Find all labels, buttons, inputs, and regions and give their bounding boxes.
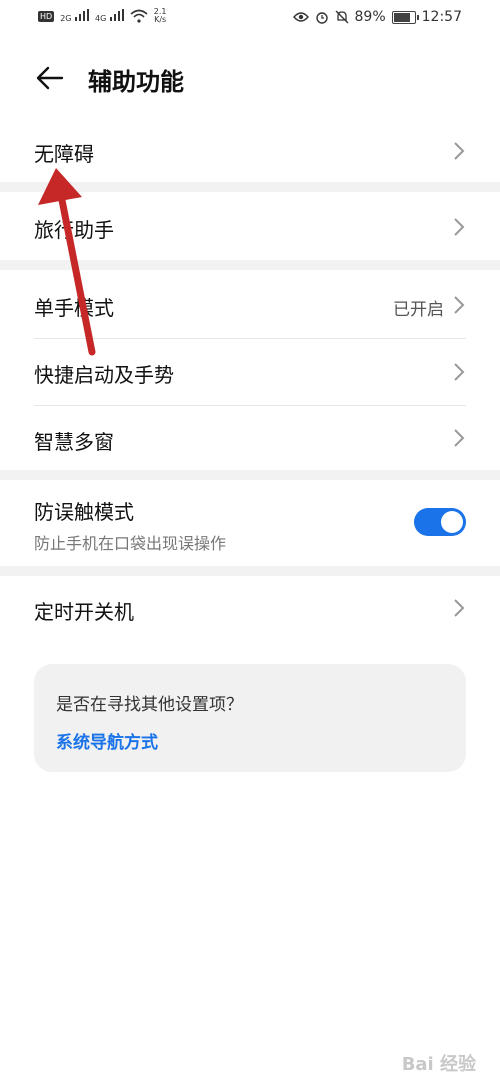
eye-icon [292,12,309,22]
setting-label: 单手模式 [34,296,114,320]
setting-label: 快捷启动及手势 [34,363,174,387]
setting-value: 已开启 [393,300,444,320]
suggestion-question: 是否在寻找其他设置项？ [56,695,243,715]
setting-label: 防误触模式 [34,500,134,524]
setting-label: 旅行助手 [34,218,114,242]
app-header: 辅助功能 [0,52,500,108]
setting-label: 定时开关机 [34,600,134,624]
toggle-knob [441,511,463,533]
setting-label: 智慧多窗 [34,430,114,454]
page-title: 辅助功能 [88,68,184,96]
battery-percent: 89% [354,9,386,25]
suggestion-card: 是否在寻找其他设置项？ 系统导航方式 [34,664,466,772]
watermark-logo: Bai 经验 [401,1054,476,1075]
chevron-right-icon [454,599,465,617]
network-speed: 2.1 K/s [154,8,167,24]
chevron-right-icon [454,296,465,314]
setting-smart-multiwindow[interactable]: 智慧多窗 [0,406,500,470]
speed-unit: K/s [154,15,167,24]
setting-travel-assistant[interactable]: 旅行助手 [0,192,500,260]
setting-subtitle: 防止手机在口袋出现误操作 [34,534,227,553]
section-gap [0,470,500,480]
setting-scheduled-power[interactable]: 定时开关机 [0,576,500,642]
signal-icon: 2G [60,8,89,24]
alarm-icon [315,12,328,24]
setting-shortcuts-gestures[interactable]: 快捷启动及手势 [0,339,500,405]
back-arrow-icon[interactable] [34,62,66,94]
signal-2-label: 4G [94,13,107,23]
signal-icon: 4G [94,8,124,24]
status-left: HD 2G 4G 2.1 K/s [38,8,167,24]
setting-pocket-mode[interactable]: 防误触模式 防止手机在口袋出现误操作 [0,480,500,566]
chevron-right-icon [454,363,465,381]
battery-icon [391,10,419,24]
section-gap [0,566,500,576]
section-gap [0,260,500,270]
setting-one-hand-mode[interactable]: 单手模式 已开启 [0,270,500,338]
chevron-right-icon [454,142,465,160]
status-right: 89% 12:57 [292,9,462,25]
pocket-mode-toggle[interactable] [414,508,466,536]
suggestion-link-system-navigation[interactable]: 系统导航方式 [56,728,158,753]
status-bar: HD 2G 4G 2.1 K/s 89% 12:57 [0,0,500,40]
wifi-icon [130,9,148,23]
chevron-right-icon [454,429,465,447]
signal-1-label: 2G [60,13,72,23]
clock: 12:57 [421,9,462,25]
section-gap [0,182,500,192]
chevron-right-icon [454,218,465,236]
setting-label: 无障碍 [34,142,94,166]
mute-bell-icon [335,10,348,24]
hd-badge: HD [38,10,55,22]
setting-accessibility[interactable]: 无障碍 [0,120,500,182]
